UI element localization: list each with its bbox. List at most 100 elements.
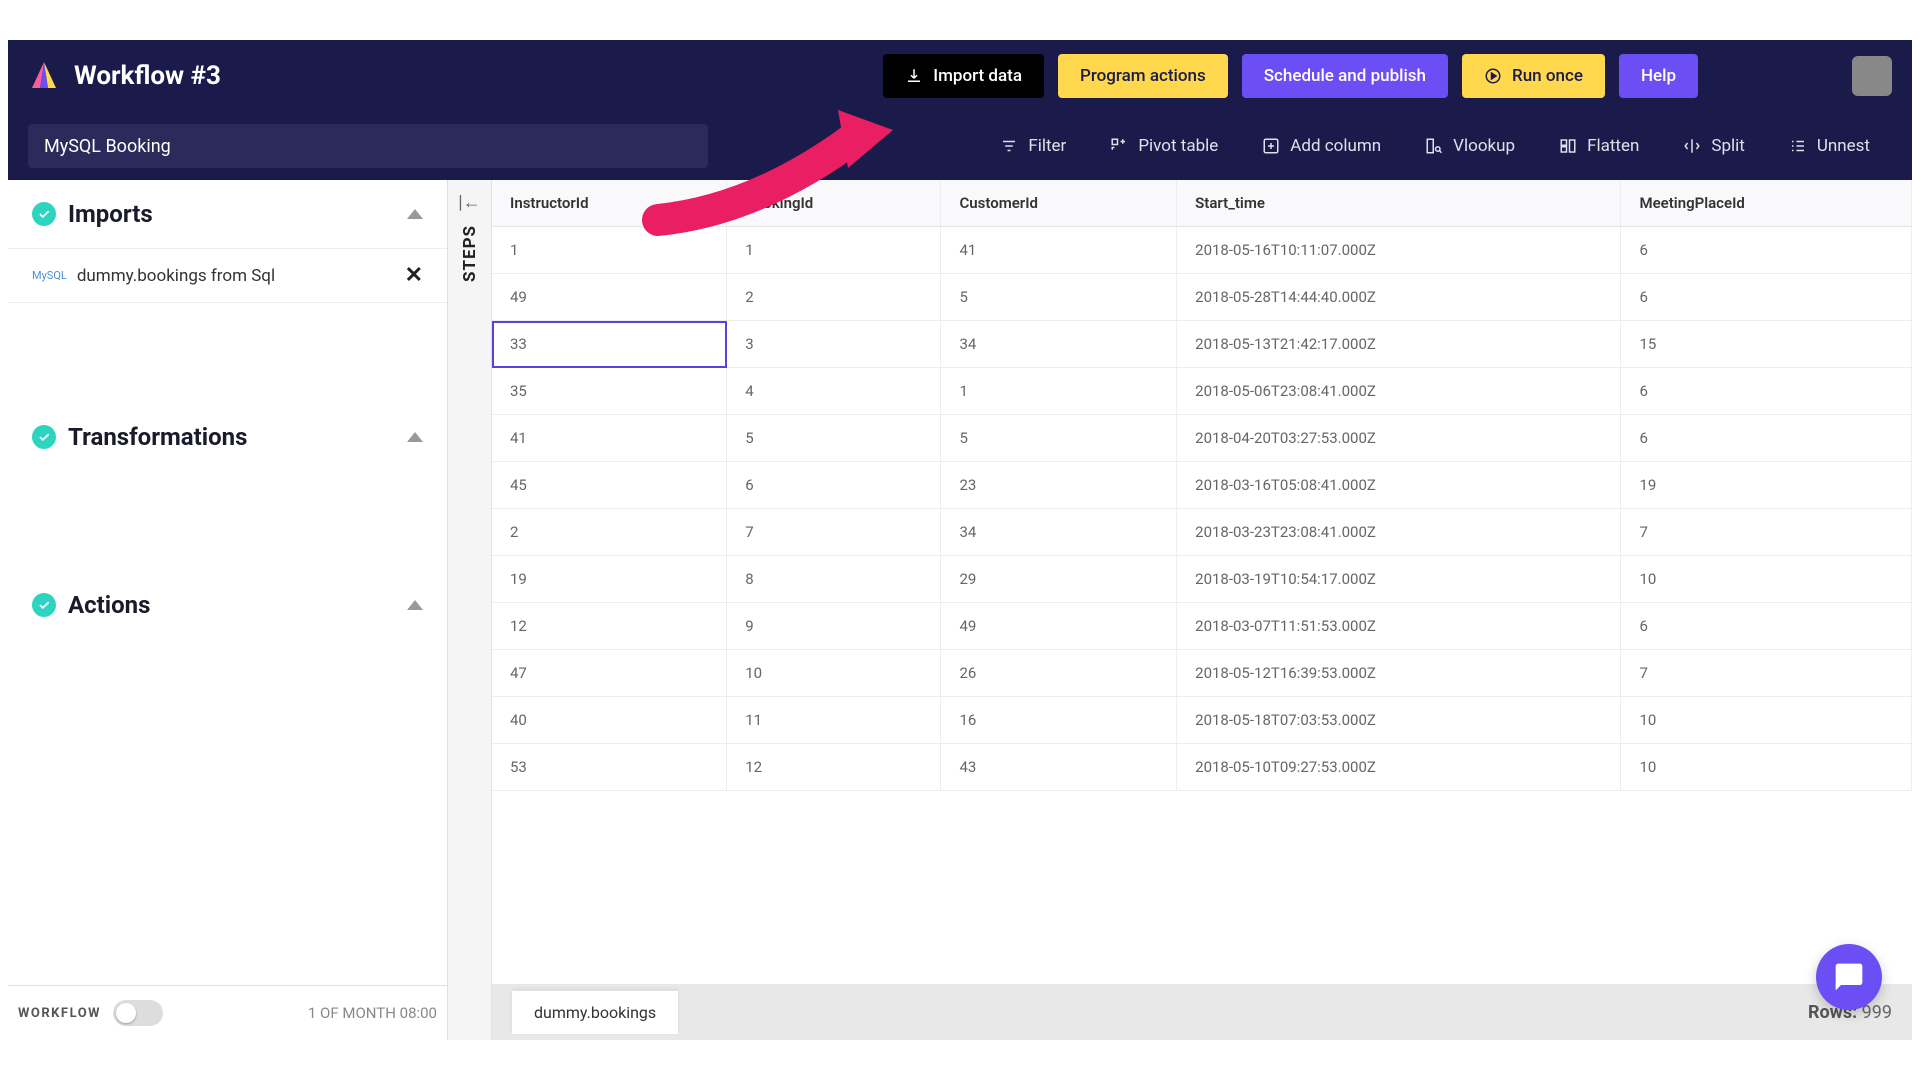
table-cell[interactable]: 2018-03-07T11:51:53.000Z: [1177, 603, 1621, 650]
table-cell[interactable]: 2018-05-12T16:39:53.000Z: [1177, 650, 1621, 697]
imports-section-header[interactable]: Imports: [32, 200, 423, 228]
table-row[interactable]: 198292018-03-19T10:54:17.000Z10: [492, 556, 1912, 603]
table-cell[interactable]: 29: [941, 556, 1177, 603]
help-button[interactable]: Help: [1619, 54, 1698, 98]
pivot-button[interactable]: Pivot table: [1088, 124, 1240, 168]
table-cell[interactable]: 16: [941, 697, 1177, 744]
column-header[interactable]: BookingId: [727, 180, 941, 227]
table-cell[interactable]: 2018-05-16T10:11:07.000Z: [1177, 227, 1621, 274]
table-cell[interactable]: 19: [492, 556, 727, 603]
table-row[interactable]: 41552018-04-20T03:27:53.000Z6: [492, 415, 1912, 462]
table-cell[interactable]: 41: [941, 227, 1177, 274]
steps-panel-tab[interactable]: |← STEPS: [448, 180, 492, 1040]
table-row[interactable]: 4710262018-05-12T16:39:53.000Z7: [492, 650, 1912, 697]
table-cell[interactable]: 2018-03-19T10:54:17.000Z: [1177, 556, 1621, 603]
table-cell[interactable]: 2018-03-16T05:08:41.000Z: [1177, 462, 1621, 509]
column-header[interactable]: Start_time: [1177, 180, 1621, 227]
data-grid[interactable]: InstructorIdBookingIdCustomerIdStart_tim…: [492, 180, 1912, 984]
table-cell[interactable]: 2: [492, 509, 727, 556]
column-header[interactable]: MeetingPlaceId: [1621, 180, 1912, 227]
table-cell[interactable]: 7: [1621, 650, 1912, 697]
table-cell[interactable]: 5: [941, 415, 1177, 462]
data-source-input[interactable]: [28, 124, 708, 168]
table-cell[interactable]: 10: [1621, 556, 1912, 603]
table-row[interactable]: 35412018-05-06T23:08:41.000Z6: [492, 368, 1912, 415]
table-cell[interactable]: 1: [941, 368, 1177, 415]
table-cell[interactable]: 45: [492, 462, 727, 509]
column-header[interactable]: CustomerId: [941, 180, 1177, 227]
table-cell[interactable]: 2018-03-23T23:08:41.000Z: [1177, 509, 1621, 556]
table-row[interactable]: 4011162018-05-18T07:03:53.000Z10: [492, 697, 1912, 744]
table-cell[interactable]: 43: [941, 744, 1177, 791]
table-cell[interactable]: 7: [1621, 509, 1912, 556]
table-cell[interactable]: 34: [941, 321, 1177, 368]
import-data-button[interactable]: Import data: [883, 54, 1044, 98]
table-row[interactable]: 11412018-05-16T10:11:07.000Z6: [492, 227, 1912, 274]
table-cell[interactable]: 8: [727, 556, 941, 603]
table-row[interactable]: 456232018-03-16T05:08:41.000Z19: [492, 462, 1912, 509]
table-cell[interactable]: 5: [727, 415, 941, 462]
table-cell[interactable]: 2018-05-06T23:08:41.000Z: [1177, 368, 1621, 415]
table-cell[interactable]: 6: [727, 462, 941, 509]
table-cell[interactable]: 49: [941, 603, 1177, 650]
table-cell[interactable]: 41: [492, 415, 727, 462]
workflow-toggle[interactable]: [113, 1000, 163, 1026]
table-cell[interactable]: 49: [492, 274, 727, 321]
table-cell[interactable]: 6: [1621, 415, 1912, 462]
table-row[interactable]: 5312432018-05-10T09:27:53.000Z10: [492, 744, 1912, 791]
table-cell[interactable]: 9: [727, 603, 941, 650]
table-cell[interactable]: 3: [727, 321, 941, 368]
table-cell[interactable]: 1: [727, 227, 941, 274]
unnest-button[interactable]: Unnest: [1767, 124, 1892, 168]
table-row[interactable]: 129492018-03-07T11:51:53.000Z6: [492, 603, 1912, 650]
table-cell[interactable]: 10: [1621, 744, 1912, 791]
chat-button[interactable]: [1816, 944, 1882, 1010]
table-cell[interactable]: 7: [727, 509, 941, 556]
table-cell[interactable]: 12: [492, 603, 727, 650]
table-cell[interactable]: 2018-04-20T03:27:53.000Z: [1177, 415, 1621, 462]
table-cell[interactable]: 2018-05-28T14:44:40.000Z: [1177, 274, 1621, 321]
table-cell[interactable]: 2018-05-18T07:03:53.000Z: [1177, 697, 1621, 744]
app-logo[interactable]: [28, 60, 60, 92]
table-cell[interactable]: 6: [1621, 227, 1912, 274]
table-cell[interactable]: 47: [492, 650, 727, 697]
table-row[interactable]: 49252018-05-28T14:44:40.000Z6: [492, 274, 1912, 321]
column-header[interactable]: InstructorId: [492, 180, 727, 227]
table-cell[interactable]: 1: [492, 227, 727, 274]
table-cell[interactable]: 10: [1621, 697, 1912, 744]
transformations-section-header[interactable]: Transformations: [32, 423, 423, 451]
table-cell[interactable]: 35: [492, 368, 727, 415]
table-cell[interactable]: 10: [727, 650, 941, 697]
user-avatar[interactable]: [1852, 56, 1892, 96]
program-actions-button[interactable]: Program actions: [1058, 54, 1228, 98]
table-cell[interactable]: 2: [727, 274, 941, 321]
table-cell[interactable]: 11: [727, 697, 941, 744]
table-row[interactable]: 333342018-05-13T21:42:17.000Z15: [492, 321, 1912, 368]
table-cell[interactable]: 33: [492, 321, 727, 368]
vlookup-button[interactable]: Vlookup: [1403, 124, 1537, 168]
table-cell[interactable]: 34: [941, 509, 1177, 556]
table-cell[interactable]: 6: [1621, 603, 1912, 650]
table-cell[interactable]: 5: [941, 274, 1177, 321]
split-button[interactable]: Split: [1661, 124, 1766, 168]
schedule-publish-button[interactable]: Schedule and publish: [1242, 54, 1448, 98]
table-cell[interactable]: 53: [492, 744, 727, 791]
table-cell[interactable]: 4: [727, 368, 941, 415]
actions-section-header[interactable]: Actions: [32, 591, 423, 619]
table-cell[interactable]: 15: [1621, 321, 1912, 368]
table-cell[interactable]: 23: [941, 462, 1177, 509]
table-cell[interactable]: 6: [1621, 368, 1912, 415]
table-cell[interactable]: 2018-05-10T09:27:53.000Z: [1177, 744, 1621, 791]
table-row[interactable]: 27342018-03-23T23:08:41.000Z7: [492, 509, 1912, 556]
table-cell[interactable]: 12: [727, 744, 941, 791]
collapse-icon[interactable]: |←: [458, 192, 480, 213]
dataset-tab[interactable]: dummy.bookings: [512, 991, 678, 1034]
close-icon[interactable]: ✕: [405, 263, 423, 288]
table-cell[interactable]: 6: [1621, 274, 1912, 321]
flatten-button[interactable]: Flatten: [1537, 124, 1661, 168]
table-cell[interactable]: 2018-05-13T21:42:17.000Z: [1177, 321, 1621, 368]
import-item[interactable]: MySQL dummy.bookings from Sql ✕: [8, 248, 447, 303]
table-cell[interactable]: 26: [941, 650, 1177, 697]
table-cell[interactable]: 40: [492, 697, 727, 744]
table-cell[interactable]: 19: [1621, 462, 1912, 509]
